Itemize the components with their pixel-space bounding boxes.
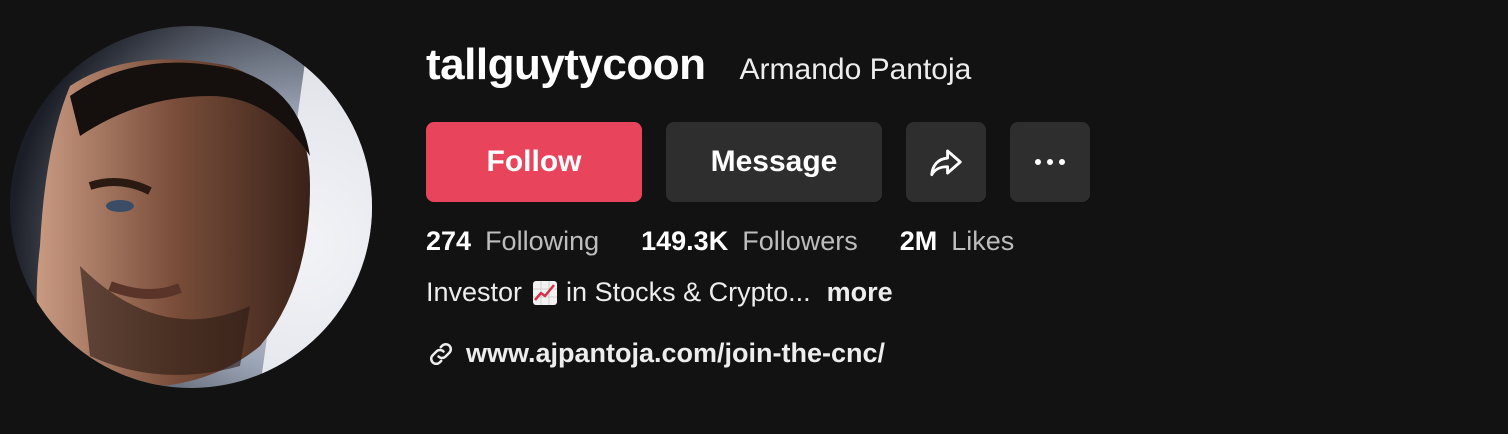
follow-button[interactable]: Follow — [426, 122, 642, 202]
bio: Investor in Stocks & Crypto... more — [426, 277, 1090, 308]
likes-stat: 2M Likes — [900, 226, 1015, 257]
profile-info: tallguytycoon Armando Pantoja Follow Mes… — [426, 40, 1090, 369]
bio-text-start: Investor — [426, 277, 523, 307]
followers-count: 149.3K — [641, 226, 729, 256]
display-name: Armando Pantoja — [739, 53, 972, 86]
profile-header: tallguytycoon Armando Pantoja Follow Mes… — [0, 0, 1508, 434]
action-buttons: Follow Message — [426, 122, 1090, 202]
avatar[interactable] — [10, 26, 372, 388]
username: tallguytycoon — [426, 40, 706, 89]
name-row: tallguytycoon Armando Pantoja — [426, 40, 1090, 100]
avatar-photo — [10, 26, 372, 388]
following-stat[interactable]: 274 Following — [426, 226, 599, 257]
profile-link-url[interactable]: www.ajpantoja.com/join-the-cnc/ — [466, 338, 885, 369]
bio-more-link[interactable]: more — [827, 277, 893, 308]
bio-text-end: in Stocks & Crypto... — [566, 277, 811, 307]
share-arrow-icon — [930, 149, 962, 177]
more-options-button[interactable] — [1010, 122, 1090, 202]
followers-stat[interactable]: 149.3K Followers — [641, 226, 858, 257]
likes-count: 2M — [899, 226, 938, 256]
followers-label: Followers — [742, 226, 858, 256]
chart-increasing-icon — [532, 280, 558, 306]
message-button[interactable]: Message — [666, 122, 882, 202]
profile-stats: 274 Following 149.3K Followers 2M Likes — [426, 226, 1090, 257]
share-button[interactable] — [906, 122, 986, 202]
following-count: 274 — [426, 226, 472, 256]
more-dots-icon — [1035, 159, 1065, 165]
link-icon — [426, 339, 456, 369]
likes-label: Likes — [951, 226, 1015, 256]
profile-link[interactable]: www.ajpantoja.com/join-the-cnc/ — [426, 338, 1090, 369]
following-label: Following — [485, 226, 600, 256]
